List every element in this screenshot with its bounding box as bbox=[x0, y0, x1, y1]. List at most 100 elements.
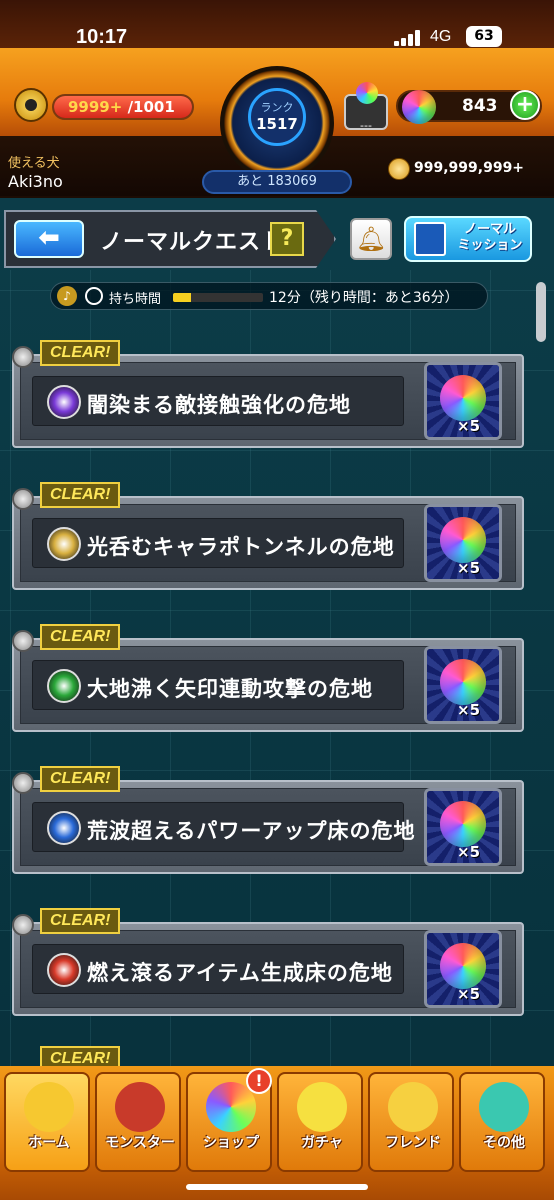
home-icon bbox=[24, 1082, 74, 1132]
clear-badge: CLEAR! bbox=[40, 766, 121, 792]
quest-card[interactable]: CLEAR! 光呑むキャラポトンネルの危地 ×5 bbox=[8, 482, 526, 594]
coin-count: 999,999,999+ bbox=[414, 160, 525, 176]
nav-label: ホーム bbox=[28, 1135, 70, 1151]
clear-badge: CLEAR! bbox=[40, 482, 121, 508]
back-arrow-icon: ⬅ bbox=[38, 223, 60, 253]
quest-name-box: 荒波超えるパワーアップ床の危地 bbox=[32, 802, 415, 852]
orb-reward-icon bbox=[440, 517, 486, 563]
bottom-nav: ホーム モンスター ショップ! ガチャ フレンド その他 bbox=[0, 1066, 554, 1200]
network-type: 4G bbox=[430, 28, 452, 45]
coin-icon bbox=[388, 158, 410, 180]
light-element-icon bbox=[47, 527, 81, 561]
orb-reward-icon bbox=[440, 659, 486, 705]
orb-reward-icon bbox=[440, 801, 486, 847]
monster-icon bbox=[115, 1082, 165, 1132]
orb-counter[interactable]: 843 + bbox=[396, 90, 542, 124]
water-element-icon bbox=[47, 811, 81, 845]
gacha-icon bbox=[297, 1082, 347, 1132]
bell-button[interactable]: 🔔︎ bbox=[350, 218, 392, 260]
nav-item-monster[interactable]: モンスター bbox=[95, 1072, 181, 1172]
nav-item-gacha[interactable]: ガチャ bbox=[277, 1072, 363, 1172]
friend-icon bbox=[388, 1082, 438, 1132]
user-name: Aki3no bbox=[8, 172, 63, 191]
quest-name-box: 大地沸く矢印連動攻撃の危地 bbox=[32, 660, 404, 710]
reward-count: ×5 bbox=[457, 843, 481, 861]
nav-label: ガチャ bbox=[301, 1135, 343, 1151]
time-limit-bar: ♪ 持ち時間 12分（残り時間：あと36分） bbox=[50, 282, 488, 310]
orb-count: 843 bbox=[462, 96, 498, 116]
quest-name-box: 燃え滾るアイテム生成床の危地 bbox=[32, 944, 404, 994]
stamina-icon bbox=[14, 88, 48, 122]
scrollbar[interactable] bbox=[536, 282, 546, 342]
help-button[interactable]: ? bbox=[270, 222, 304, 256]
timer-progress-fill bbox=[173, 293, 191, 302]
quest-name-box: 光呑むキャラポトンネルの危地 bbox=[32, 518, 404, 568]
stamina-bar[interactable]: 9999+ /1001 bbox=[52, 94, 194, 120]
user-title: 使える犬 bbox=[8, 156, 60, 171]
reward-count: ×5 bbox=[457, 417, 481, 435]
quest-name: 大地沸く矢印連動攻撃の危地 bbox=[87, 677, 373, 701]
orb-reward-icon bbox=[440, 375, 486, 421]
dark-element-icon bbox=[47, 385, 81, 419]
nav-item-home[interactable]: ホーム bbox=[4, 1072, 90, 1172]
book-icon bbox=[414, 222, 446, 256]
battery-icon: 63 bbox=[466, 26, 502, 47]
quest-card[interactable]: CLEAR! 荒波超えるパワーアップ床の危地 ×5 bbox=[8, 766, 526, 878]
reward-count: ×5 bbox=[457, 559, 481, 577]
reward-count: ×5 bbox=[457, 985, 481, 1003]
quest-reward: ×5 bbox=[424, 788, 502, 866]
nav-label: その他 bbox=[483, 1135, 525, 1151]
clear-badge: CLEAR! bbox=[40, 624, 121, 650]
clear-badge: CLEAR! bbox=[40, 908, 121, 934]
quest-name: 光呑むキャラポトンネルの危地 bbox=[87, 535, 395, 559]
nav-item-other[interactable]: その他 bbox=[459, 1072, 545, 1172]
quest-card[interactable]: CLEAR! 闇染まる敵接触強化の危地 ×5 bbox=[8, 340, 526, 452]
bell-small-icon: ♪ bbox=[57, 286, 77, 306]
normal-mission-button[interactable]: ノーマル ミッション bbox=[404, 216, 532, 262]
add-orb-button[interactable]: + bbox=[510, 90, 540, 120]
nav-item-shop[interactable]: ショップ! bbox=[186, 1068, 272, 1172]
reward-count: ×5 bbox=[457, 701, 481, 719]
nav-label: モンスター bbox=[105, 1135, 175, 1151]
timer-label: 持ち時間 bbox=[109, 292, 162, 307]
quest-marker-icon bbox=[12, 772, 34, 794]
quest-reward: ×5 bbox=[424, 930, 502, 1008]
quest-reward: ×5 bbox=[424, 504, 502, 582]
fire-element-icon bbox=[47, 953, 81, 987]
other-icon bbox=[479, 1082, 529, 1132]
quest-reward: ×5 bbox=[424, 646, 502, 724]
orb-reward-icon bbox=[440, 943, 486, 989]
monster-box-capacity[interactable]: --- bbox=[344, 82, 388, 132]
mission-label-line2: ミッション bbox=[457, 238, 523, 253]
rank-value: 1517 bbox=[256, 115, 298, 133]
stamina-max: /1001 bbox=[127, 98, 175, 116]
title-bar: ⬅ ノーマルクエスト ? 🔔︎ ノーマル ミッション bbox=[0, 206, 554, 272]
stamina-text: 9999+ /1001 bbox=[68, 98, 175, 116]
mission-label-line1: ノーマル bbox=[463, 222, 516, 237]
quest-name: 燃え滾るアイテム生成床の危地 bbox=[87, 961, 393, 985]
quest-marker-icon bbox=[12, 914, 34, 936]
orb-icon bbox=[402, 90, 436, 124]
rank-next-exp: あと 183069 bbox=[202, 170, 352, 194]
rank-next-prefix: あと bbox=[237, 174, 264, 189]
quest-card[interactable]: CLEAR! 燃え滾るアイテム生成床の危地 ×5 bbox=[8, 908, 526, 1020]
quest-marker-icon bbox=[12, 488, 34, 510]
quest-reward: ×5 bbox=[424, 362, 502, 440]
home-indicator bbox=[186, 1184, 368, 1190]
stamina-current: 9999+ bbox=[68, 98, 123, 116]
mission-label: ノーマル ミッション bbox=[452, 222, 528, 254]
clock-icon bbox=[85, 287, 103, 305]
rank-badge[interactable]: ランク 1517 bbox=[220, 66, 334, 180]
wood-element-icon bbox=[47, 669, 81, 703]
timer-remaining: 12分（残り時間：あと36分） bbox=[269, 290, 459, 306]
notification-badge: ! bbox=[246, 1068, 272, 1094]
rank-next-value: 183069 bbox=[267, 174, 317, 189]
clear-badge: CLEAR! bbox=[40, 340, 121, 366]
app-screen: 10:17 4G 63 9999+ /1001 ランク 1517 あと 1830… bbox=[0, 0, 554, 1200]
back-button[interactable]: ⬅ bbox=[14, 220, 84, 258]
nav-label: フレンド bbox=[385, 1135, 441, 1151]
quest-card[interactable]: CLEAR! 大地沸く矢印連動攻撃の危地 ×5 bbox=[8, 624, 526, 736]
nav-item-friend[interactable]: フレンド bbox=[368, 1072, 454, 1172]
page-title: ノーマルクエスト bbox=[100, 230, 285, 255]
rank-circle: ランク 1517 bbox=[248, 88, 306, 146]
